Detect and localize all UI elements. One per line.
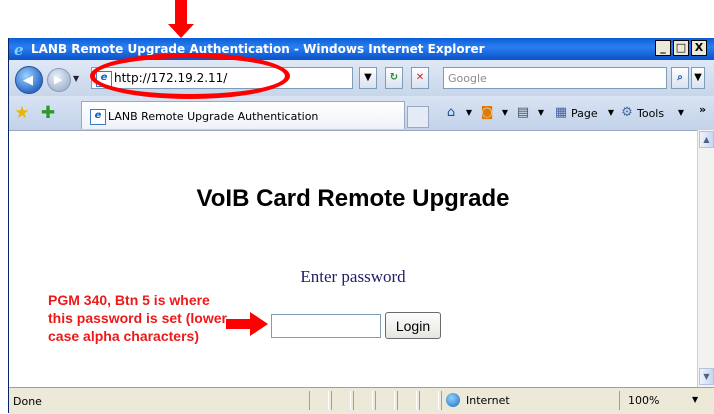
search-icon[interactable]: ⌕ [671,67,689,89]
print-icon[interactable]: ▤ [515,105,531,121]
toolbar-overflow-icon[interactable]: » [699,103,706,116]
search-placeholder: Google [448,72,487,85]
status-segment [419,391,439,410]
status-segment [375,391,395,410]
tab-title: LANB Remote Upgrade Authentication [108,110,319,123]
zoom-text: 100% [628,394,660,407]
status-segment [397,391,417,410]
tools-gear-icon[interactable]: ⚙ [619,105,635,121]
forward-arrow-icon: ▶ [54,73,63,86]
svg-text:e: e [14,41,24,57]
zoom-control[interactable]: 100% ▼ [619,391,709,410]
page-content: VoIB Card Remote Upgrade Enter password … [9,130,697,388]
home-dropdown-icon[interactable]: ▼ [461,105,477,121]
search-options-dropdown[interactable]: ▼ [691,67,705,89]
status-text: Done [13,395,42,408]
feeds-dropdown-icon[interactable]: ▼ [497,105,513,121]
login-button[interactable]: Login [385,312,441,339]
password-prompt: Enter password [300,267,406,286]
zone-text: Internet [466,394,510,407]
annotation-arrow-right-icon [250,312,268,336]
status-bar: Done Internet 100% ▼ [9,387,714,414]
vertical-scrollbar[interactable]: ▲ ▼ [697,130,714,387]
window-title: LANB Remote Upgrade Authentication - Win… [31,42,485,56]
annotation-url-highlight [90,53,290,99]
close-button[interactable]: X [691,40,707,56]
ie-logo-icon: e [13,41,29,59]
page-menu-icon[interactable]: ▦ [553,105,569,121]
scroll-up-icon[interactable]: ▲ [699,131,714,148]
back-arrow-icon: ◀ [23,73,33,88]
history-dropdown-icon[interactable]: ▼ [73,74,79,83]
annotation-arrow-right-shaft [226,319,252,329]
add-favorite-icon[interactable]: ✚ [39,104,57,122]
tab-active[interactable]: e LANB Remote Upgrade Authentication [81,101,405,129]
refresh-button[interactable]: ↻ [385,67,403,89]
search-input[interactable]: Google [443,67,667,89]
status-segment [309,391,329,410]
minimize-button[interactable]: _ [655,40,671,56]
status-segment [331,391,351,410]
annotation-arrow-down-shaft [175,0,187,26]
maximize-button[interactable]: □ [673,40,689,56]
scroll-down-icon[interactable]: ▼ [699,368,714,385]
page-heading: VoIB Card Remote Upgrade [196,185,510,212]
browser-window: e LANB Remote Upgrade Authentication - W… [8,38,714,414]
globe-icon [446,393,460,407]
tools-dropdown-icon[interactable]: ▼ [673,105,689,121]
home-icon[interactable]: ⌂ [443,105,459,121]
annotation-note: PGM 340, Btn 5 is where this password is… [48,292,227,344]
page-menu-label[interactable]: Page [571,107,598,120]
annotation-arrow-down-icon [168,24,194,38]
tab-page-icon: e [90,109,106,125]
status-segment [353,391,373,410]
tools-menu-label[interactable]: Tools [637,107,664,120]
page-dropdown-icon[interactable]: ▼ [603,105,619,121]
feeds-icon[interactable]: ◙ [479,105,495,121]
security-zone[interactable]: Internet [441,391,595,410]
forward-button[interactable]: ▶ [47,68,71,92]
title-bar: e LANB Remote Upgrade Authentication - W… [9,38,714,60]
zoom-dropdown-icon[interactable]: ▼ [692,395,698,404]
back-button[interactable]: ◀ [15,66,43,94]
print-dropdown-icon[interactable]: ▼ [533,105,549,121]
stop-button[interactable]: ✕ [411,67,429,89]
new-tab-button[interactable] [407,106,429,128]
password-field[interactable] [271,314,381,338]
tab-bar: ★ ✚ e LANB Remote Upgrade Authentication… [9,96,714,130]
favorites-star-icon[interactable]: ★ [13,104,31,122]
address-dropdown-button[interactable]: ▼ [359,67,377,89]
